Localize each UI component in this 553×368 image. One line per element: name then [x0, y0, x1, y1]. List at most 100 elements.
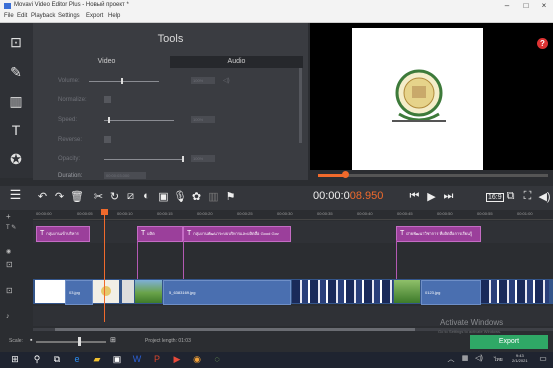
- color-adjust-icon[interactable]: ◐: [140, 190, 153, 202]
- system-tray-chevron-icon[interactable]: ︿: [444, 354, 458, 364]
- help-button[interactable]: ?: [537, 38, 548, 49]
- clip-thumbnail[interactable]: [122, 280, 134, 303]
- zoom-in-icon[interactable]: ⊞: [110, 336, 116, 344]
- volume-icon[interactable]: ◀): [538, 190, 551, 203]
- file-explorer-icon[interactable]: ▰: [90, 354, 104, 365]
- overlay-track-icon[interactable]: ◉: [6, 248, 11, 255]
- video-clip[interactable]: 03.jpg: [65, 280, 93, 305]
- overlay-lock-icon[interactable]: ⊡: [6, 260, 13, 269]
- undo-icon[interactable]: ↶: [36, 190, 49, 203]
- stickers-icon[interactable]: ✪: [8, 151, 24, 167]
- play-icon[interactable]: ▶: [425, 190, 438, 203]
- normalize-checkbox[interactable]: [104, 96, 111, 103]
- menu-edit[interactable]: Edit: [17, 13, 27, 19]
- fullscreen-icon[interactable]: ⛶: [521, 190, 534, 203]
- volume-knob[interactable]: [121, 78, 123, 84]
- clip-properties-icon[interactable]: ▣: [157, 190, 170, 203]
- duration-value[interactable]: 00:00:03.000: [104, 172, 146, 179]
- tab-video[interactable]: Video: [43, 56, 170, 68]
- transitions-icon[interactable]: ▥: [8, 93, 24, 109]
- record-voice-icon[interactable]: 🎙: [173, 190, 187, 203]
- scale-knob[interactable]: [78, 337, 81, 346]
- word-icon[interactable]: W: [130, 354, 144, 364]
- detach-preview-icon[interactable]: ⧉: [504, 190, 517, 203]
- clip-thumbnail[interactable]: [135, 280, 162, 303]
- speed-value[interactable]: 100%: [191, 116, 215, 123]
- crop-icon[interactable]: ⧄: [124, 190, 137, 203]
- media-app-icon[interactable]: ▶: [170, 354, 184, 365]
- tab-audio[interactable]: Audio: [170, 56, 303, 68]
- scale-slider[interactable]: [36, 341, 106, 343]
- menu-settings[interactable]: Settings: [58, 13, 80, 19]
- add-track-icon[interactable]: +: [6, 212, 11, 221]
- maximize-button[interactable]: □: [519, 1, 533, 10]
- import-icon[interactable]: ⊡: [8, 34, 24, 50]
- title-clip[interactable]: T กลุ่มงานเข้าบริหาร: [36, 226, 90, 242]
- video-clip[interactable]: 0123.jpg: [421, 280, 481, 305]
- audio-track-icon[interactable]: ♪: [6, 313, 10, 320]
- menu-hamburger-icon[interactable]: ☰: [9, 187, 22, 203]
- menu-export[interactable]: Export: [86, 13, 103, 19]
- network-icon[interactable]: ▦: [458, 354, 472, 362]
- aspect-ratio-button[interactable]: 16:9: [486, 193, 504, 202]
- settings-gear-icon[interactable]: ✿: [190, 190, 203, 203]
- start-icon[interactable]: ⊞: [8, 354, 22, 365]
- menu-playback[interactable]: Playback: [31, 13, 55, 19]
- language-indicator[interactable]: ไทย: [494, 356, 503, 364]
- search-icon[interactable]: ⚲: [30, 354, 44, 365]
- zoom-out-icon[interactable]: ▪: [30, 337, 32, 344]
- title-clip[interactable]: T ฝ่ายพัฒนาวิชาการ ที่ผลิตสื่อการเรียนรู้: [396, 226, 481, 242]
- playback-progress-knob[interactable]: [342, 171, 349, 178]
- powerpoint-icon[interactable]: P: [150, 354, 164, 364]
- close-button[interactable]: ×: [537, 1, 551, 10]
- menu-file[interactable]: File: [4, 13, 14, 19]
- menu-help[interactable]: Help: [108, 13, 120, 19]
- volume-slider[interactable]: [89, 81, 159, 82]
- task-view-icon[interactable]: ⧉: [50, 354, 64, 365]
- timecode-main: 00:00:0: [313, 190, 350, 202]
- movavi-taskbar-icon[interactable]: ◌: [210, 354, 224, 364]
- playback-progress[interactable]: [318, 174, 548, 177]
- timeline-controls: + T ✎ ◉ ⊡ ⊡ ♪: [0, 210, 33, 340]
- speed-slider[interactable]: [104, 120, 174, 121]
- opacity-knob[interactable]: [182, 156, 184, 162]
- clock[interactable]: 9:43 2/1/2021: [512, 353, 528, 363]
- opacity-value[interactable]: 100%: [191, 155, 215, 162]
- volume-value[interactable]: 100%: [191, 77, 215, 84]
- rotate-icon[interactable]: ↻: [108, 190, 121, 203]
- timeline-scrollbar-thumb[interactable]: [55, 328, 415, 331]
- title-clip[interactable]: T กลุ่มงานพัฒนาระบบบริหารและผลิตสื่อ Good…: [183, 226, 291, 242]
- clip-thumbnail[interactable]: [93, 280, 119, 303]
- minimize-button[interactable]: –: [500, 1, 514, 10]
- timeline-ruler[interactable]: [33, 210, 553, 220]
- store-icon[interactable]: ▣: [110, 354, 124, 365]
- previous-frame-icon[interactable]: ⏮: [408, 190, 421, 203]
- speed-knob[interactable]: [108, 117, 110, 123]
- speaker-tray-icon[interactable]: ◁): [472, 354, 486, 362]
- speaker-icon[interactable]: ◁): [223, 77, 230, 84]
- clip-thumbnail[interactable]: [394, 280, 420, 303]
- filters-wand-icon[interactable]: ✎: [8, 64, 24, 80]
- chrome-icon[interactable]: ◉: [190, 354, 204, 365]
- title-track-icon[interactable]: T ✎: [6, 224, 16, 231]
- video-track-icon[interactable]: ⊡: [6, 286, 13, 295]
- title-clip[interactable]: T ผลิต: [137, 226, 183, 242]
- reverse-checkbox[interactable]: [104, 136, 111, 143]
- delete-icon[interactable]: 🗑: [70, 190, 84, 203]
- edge-browser-icon[interactable]: e: [70, 354, 84, 364]
- next-frame-icon[interactable]: ⏭: [442, 190, 455, 203]
- cut-icon[interactable]: ✂: [92, 190, 105, 203]
- redo-icon[interactable]: ↷: [53, 190, 66, 203]
- titles-icon[interactable]: T: [8, 122, 24, 138]
- clip-thumbnail[interactable]: [292, 280, 393, 303]
- tools-scrollbar[interactable]: [299, 68, 302, 143]
- clip-thumbnail[interactable]: [35, 280, 65, 303]
- clip-thumbnail[interactable]: [481, 280, 549, 303]
- overlay-track[interactable]: [33, 245, 553, 277]
- export-button[interactable]: Export: [470, 335, 548, 349]
- opacity-slider[interactable]: [104, 159, 184, 160]
- playhead[interactable]: [104, 210, 105, 322]
- marker-flag-icon[interactable]: ⚑: [224, 190, 237, 203]
- notifications-icon[interactable]: ▭: [536, 354, 550, 363]
- video-clip[interactable]: 5_6383169.jpg: [163, 280, 291, 305]
